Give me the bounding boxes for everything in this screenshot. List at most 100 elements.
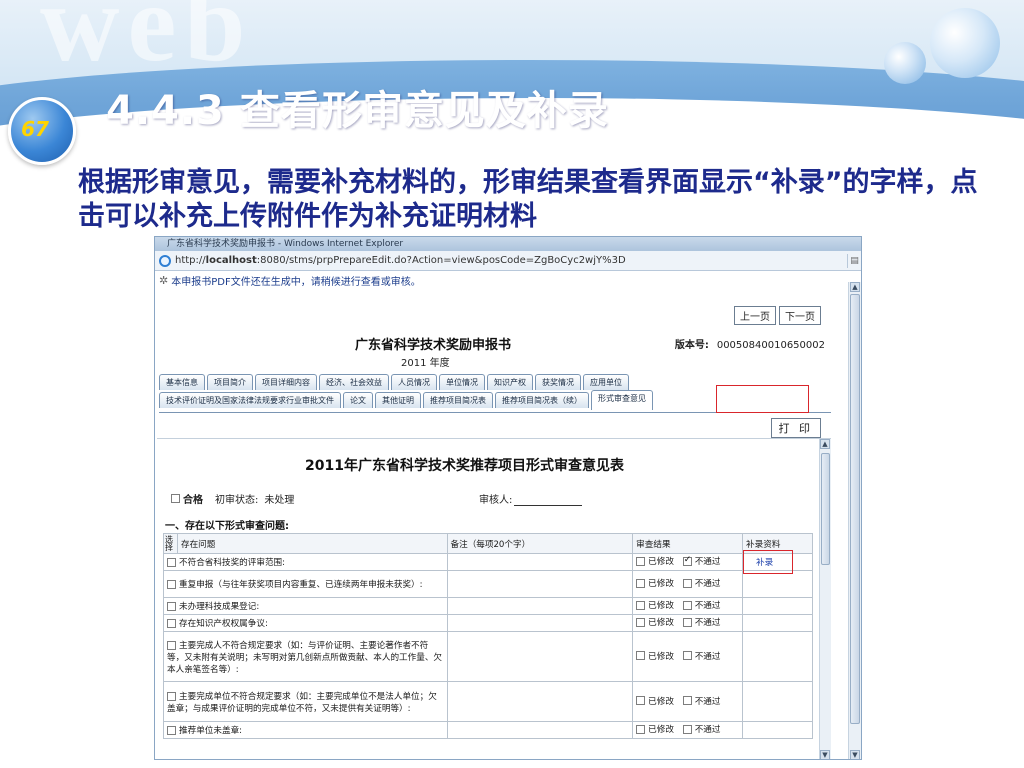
supplement-cell [742, 721, 813, 739]
note-cell[interactable] [446, 681, 634, 722]
review-frame: ▲ ▼ 2011年广东省科学技术奖推荐项目形式审查意见表 合格 初审状态: 未处… [157, 438, 831, 759]
modified-checkbox[interactable] [636, 617, 646, 627]
failed-checkbox[interactable] [682, 600, 692, 610]
next-page-button[interactable]: 下一页 [779, 306, 821, 325]
address-bar[interactable]: http://localhost:8080/stms/prpPrepareEdi… [155, 251, 861, 271]
tab-awards[interactable]: 获奖情况 [535, 374, 581, 390]
result-cell: 已修改 不通过 [632, 631, 744, 682]
slide-description: 根据形审意见，需要补充材料的，形审结果查看界面显示“补录”的字样，点击可以补充上… [78, 167, 978, 232]
frame-scrollbar[interactable]: ▲ ▼ [819, 439, 831, 759]
failed-checkbox[interactable] [682, 696, 692, 706]
table-row: 重复申报（与往年获奖项目内容重复、已连续两年申报未获奖）: 已修改 不通过 [163, 570, 813, 598]
tab-personnel[interactable]: 人员情况 [391, 374, 437, 390]
scroll-down-arrow-icon[interactable]: ▼ [850, 750, 860, 759]
issue-checkbox[interactable] [167, 640, 176, 650]
issue-checkbox[interactable] [167, 558, 176, 567]
frame-scroll-down-icon[interactable]: ▼ [820, 750, 830, 759]
tab-basic-info[interactable]: 基本信息 [159, 374, 205, 390]
highlight-tab-box [716, 385, 809, 413]
section-heading: 一、存在以下形式审查问题: [165, 521, 289, 532]
pdf-notice-text: 本申报书PDF文件还在生成中，请稍候进行查看或审核。 [171, 276, 421, 288]
tab-units[interactable]: 单位情况 [439, 374, 485, 390]
modified-checkbox[interactable] [636, 724, 646, 734]
highlight-supplement-box [743, 550, 793, 574]
ie-icon [159, 254, 171, 267]
modified-label: 已修改 [648, 601, 674, 612]
modified-checkbox[interactable] [636, 696, 646, 706]
page-scroll-thumb[interactable] [850, 294, 860, 724]
issue-text: 重复申报（与往年获奖项目内容重复、已连续两年申报未获奖）: [179, 580, 423, 590]
modified-checkbox[interactable] [636, 600, 646, 610]
result-cell: 已修改 不通过 [632, 721, 744, 739]
result-cell: 已修改 不通过 [632, 570, 744, 598]
issue-text: 存在知识产权权属争议: [179, 619, 268, 629]
supplement-cell [742, 570, 813, 598]
tab-benefits[interactable]: 经济、社会效益 [319, 374, 389, 390]
supplement-cell [742, 631, 813, 682]
modified-checkbox[interactable] [636, 651, 646, 661]
issue-checkbox[interactable] [167, 619, 176, 628]
failed-checkbox[interactable] [682, 578, 692, 588]
report-title: 广东省科学技术奖励申报书 [355, 338, 512, 353]
note-cell[interactable] [446, 570, 634, 598]
tab-recommend-summary-cont[interactable]: 推荐项目简况表（续） [495, 392, 589, 408]
failed-checkbox[interactable] [682, 617, 692, 627]
tab-application-units[interactable]: 应用单位 [583, 374, 629, 390]
note-cell[interactable] [446, 553, 634, 571]
result-cell: 已修改 不通过 [632, 597, 744, 615]
failed-label: 不通过 [694, 579, 721, 590]
page-icon[interactable]: ▤ [847, 253, 861, 268]
failed-checkbox[interactable] [682, 555, 692, 566]
auditor-input[interactable] [514, 505, 583, 506]
note-cell[interactable] [446, 597, 634, 615]
tab-recommend-summary[interactable]: 推荐项目简况表 [423, 392, 493, 408]
frame-scroll-up-icon[interactable]: ▲ [820, 439, 830, 449]
url-rest: :8080/stms/prpPrepareEdit.do?Action=view… [256, 255, 626, 266]
modified-label: 已修改 [648, 618, 674, 629]
note-cell[interactable] [446, 721, 634, 739]
modified-label: 已修改 [648, 696, 674, 707]
table-row: 不符合省科技奖的评审范围: 已修改 不通过 补录 [163, 553, 813, 571]
issue-cell: 主要完成人不符合规定要求（如：与评价证明、主要论著作者不符等，又未附有关说明；未… [163, 631, 448, 682]
page-scrollbar[interactable]: ▲ ▼ [848, 282, 861, 759]
table-row: 主要完成单位不符合规定要求（如：主要完成单位不是法人单位；欠盖章；与成果评价证明… [163, 681, 813, 722]
note-cell[interactable] [446, 631, 634, 682]
auditor-label: 审核人: [479, 495, 513, 506]
pdf-notice: ✲ 本申报书PDF文件还在生成中，请稍候进行查看或审核。 [155, 271, 861, 289]
issue-checkbox[interactable] [167, 726, 176, 735]
auditor-field: 审核人: [479, 491, 583, 506]
issue-cell: 不符合省科技奖的评审范围: [163, 553, 448, 571]
issue-checkbox[interactable] [167, 691, 176, 701]
failed-checkbox[interactable] [682, 724, 692, 734]
prev-page-button[interactable]: 上一页 [734, 306, 776, 325]
failed-checkbox[interactable] [682, 651, 692, 661]
tab-papers[interactable]: 论文 [343, 392, 373, 408]
pass-checkbox[interactable] [171, 494, 180, 503]
tab-evaluation[interactable]: 技术评价证明及国家法律法规要求行业审批文件 [159, 392, 341, 408]
failed-label: 不通过 [694, 696, 721, 707]
page-number-badge: 67 [8, 97, 76, 165]
tab-ip[interactable]: 知识产权 [487, 374, 533, 390]
failed-label: 不通过 [694, 601, 721, 612]
issue-checkbox[interactable] [167, 602, 176, 611]
modified-label: 已修改 [648, 557, 674, 568]
issue-text: 主要完成单位不符合规定要求（如：主要完成单位不是法人单位；欠盖章；与成果评价证明… [167, 691, 437, 714]
col-result: 审查结果 [632, 533, 744, 554]
modified-label: 已修改 [648, 579, 674, 590]
scroll-up-arrow-icon[interactable]: ▲ [850, 282, 860, 292]
print-button[interactable]: 打 印 [770, 418, 821, 438]
issue-checkbox[interactable] [167, 580, 176, 589]
modified-checkbox[interactable] [636, 556, 646, 566]
issue-text: 未办理科技成果登记: [179, 602, 260, 612]
frame-scroll-thumb[interactable] [821, 453, 830, 565]
tabs-row-2: 技术评价证明及国家法律法规要求行业审批文件 论文 其他证明 推荐项目简况表 推荐… [159, 390, 653, 410]
tab-other-proof[interactable]: 其他证明 [375, 392, 421, 408]
tab-details[interactable]: 项目详细内容 [255, 374, 317, 390]
report-page: 上一页 下一页 广东省科学技术奖励申报书 2011 年度 版本号: 0005084… [155, 290, 849, 759]
note-cell[interactable] [446, 614, 634, 632]
tab-formal-review[interactable]: 形式审查意见 [591, 390, 653, 410]
report-number-value: 00050840010650002 [716, 340, 825, 351]
modified-checkbox[interactable] [636, 578, 646, 588]
tab-summary[interactable]: 项目简介 [207, 374, 253, 390]
decor-orb-small [884, 42, 926, 84]
